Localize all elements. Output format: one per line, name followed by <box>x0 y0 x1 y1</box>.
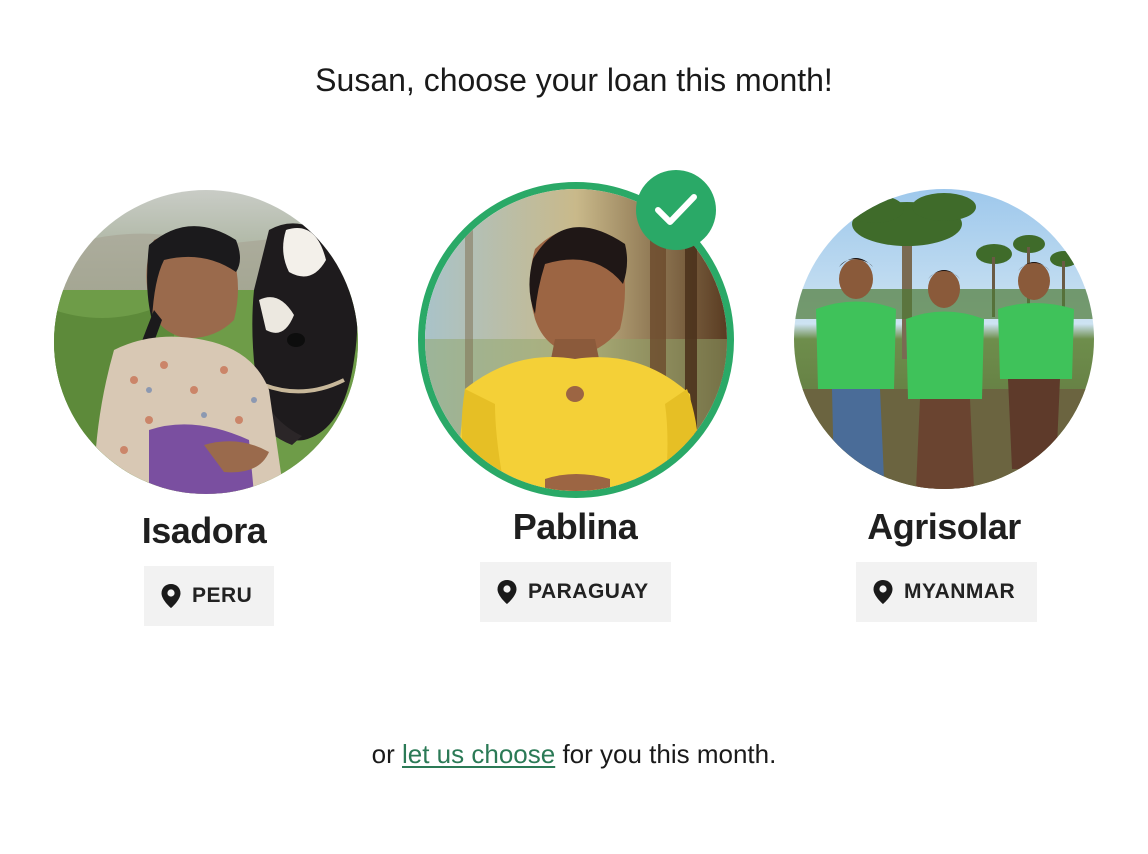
footer-prefix: or <box>371 739 395 769</box>
location-badge: PARAGUAY <box>480 562 671 622</box>
elderly-woman-with-calf-photo <box>54 190 358 494</box>
map-pin-icon <box>873 580 893 604</box>
borrower-name: Agrisolar <box>867 506 1021 547</box>
location-label: MYANMAR <box>904 580 1016 603</box>
borrower-photo-isadora[interactable] <box>54 190 358 494</box>
footer-text: or let us choose for you this month. <box>0 736 1148 772</box>
checkmark-icon <box>636 170 716 250</box>
location-label: PARAGUAY <box>528 580 649 603</box>
three-men-in-green-shirts-photo <box>794 189 1094 489</box>
borrower-card-agrisolar[interactable]: Agrisolar MYANMAR <box>784 0 1104 854</box>
location-badge: MYANMAR <box>856 562 1038 622</box>
let-us-choose-link[interactable]: let us choose <box>402 739 555 769</box>
footer-suffix: for you this month. <box>562 739 777 769</box>
map-pin-icon <box>497 580 517 604</box>
borrower-photo-agrisolar[interactable] <box>794 189 1094 489</box>
location-badge: PERU <box>144 566 275 626</box>
location-label: PERU <box>192 584 253 607</box>
map-pin-icon <box>161 584 181 608</box>
borrower-card-pablina[interactable]: Pablina PARAGUAY <box>415 0 735 854</box>
borrower-name: Isadora <box>141 510 267 551</box>
borrower-card-isadora[interactable]: Isadora PERU <box>44 0 364 854</box>
borrower-name: Pablina <box>512 506 638 547</box>
